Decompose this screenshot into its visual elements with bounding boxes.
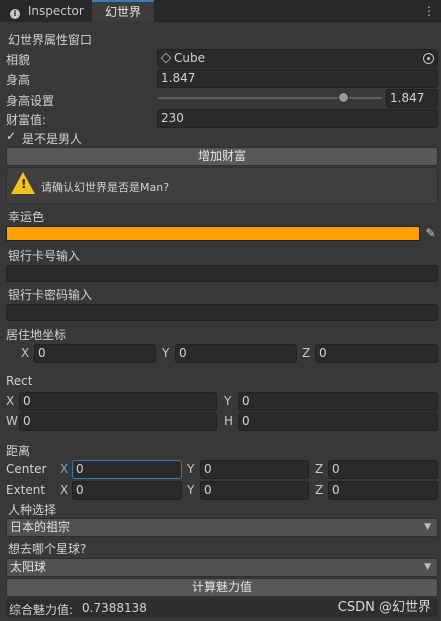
extent-y-label: Y xyxy=(187,483,195,497)
lucky-color-swatch[interactable] xyxy=(6,226,420,241)
charm-value: 0.7388138 xyxy=(82,601,147,615)
height-setting-field[interactable]: 1.847 xyxy=(386,89,438,108)
add-wealth-button[interactable]: 增加财富 xyxy=(6,147,438,166)
residence-x-field[interactable]: 0 xyxy=(34,344,156,363)
calc-charm-button[interactable]: 计算魅力值 xyxy=(6,578,438,597)
info-icon: i xyxy=(10,9,20,19)
center-z-label: Z xyxy=(315,462,324,476)
residence-z-field[interactable]: 0 xyxy=(315,344,438,363)
appearance-label: 相貌 xyxy=(6,53,31,67)
appearance-value: Cube xyxy=(174,51,205,65)
residence-label: 居住地坐标 xyxy=(6,328,67,342)
planet-dropdown-value: 太阳球 xyxy=(10,560,47,574)
watermark: CSDN @幻世界 xyxy=(337,600,431,615)
extent-x-label: X xyxy=(60,483,69,497)
height-field[interactable]: 1.847 xyxy=(157,69,438,88)
race-dropdown[interactable]: 日本的祖宗 ▼ xyxy=(6,518,438,537)
planet-label: 想去哪个星球? xyxy=(8,542,87,556)
center-x-label: X xyxy=(60,462,69,476)
center-z-field[interactable]: 0 xyxy=(328,460,438,479)
planet-dropdown[interactable]: 太阳球 ▼ xyxy=(6,558,438,577)
rect-w-label: W xyxy=(6,414,18,428)
extent-z-field[interactable]: 0 xyxy=(328,481,438,500)
is-male-checkbox[interactable]: ✓ xyxy=(6,130,18,143)
tab-inspector-label: Inspector xyxy=(27,4,84,18)
residence-y-field[interactable]: 0 xyxy=(175,344,297,363)
extent-y-field[interactable]: 0 xyxy=(200,481,309,500)
rect-h-field[interactable]: 0 xyxy=(238,412,438,431)
cube-icon xyxy=(160,52,172,64)
height-slider-thumb[interactable] xyxy=(338,92,350,103)
rect-x-field[interactable]: 0 xyxy=(19,392,217,411)
center-label: Center xyxy=(6,462,47,476)
extent-label: Extent xyxy=(6,483,46,497)
residence-y-label: Y xyxy=(162,346,170,360)
distance-label: 距离 xyxy=(6,444,31,458)
eyedropper-icon[interactable]: ✎ xyxy=(423,226,438,241)
wealth-field[interactable]: 230 xyxy=(157,109,438,128)
kebab-menu-icon[interactable]: ⋮ xyxy=(423,0,435,22)
bank-card-label: 银行卡号输入 xyxy=(8,249,81,263)
is-male-label: 是不是男人 xyxy=(22,132,83,146)
lucky-color-label: 幸运色 xyxy=(8,210,45,224)
extent-x-field[interactable]: 0 xyxy=(72,481,182,500)
rect-h-label: H xyxy=(224,414,234,428)
residence-x-label: X xyxy=(21,346,30,360)
bank-password-field[interactable] xyxy=(6,304,438,321)
rect-y-label: Y xyxy=(224,394,232,408)
center-y-field[interactable]: 0 xyxy=(200,460,309,479)
rect-y-field[interactable]: 0 xyxy=(238,392,438,411)
bank-card-field[interactable] xyxy=(6,265,438,282)
center-y-label: Y xyxy=(187,462,195,476)
rect-label: Rect xyxy=(6,374,33,388)
height-setting-label: 身高设置 xyxy=(6,94,55,108)
tab-inspector[interactable]: i Inspector xyxy=(0,0,92,22)
object-picker-icon[interactable] xyxy=(423,53,434,64)
wealth-label: 财富值: xyxy=(6,113,47,127)
help-text: 请确认幻世界是否是Man? xyxy=(41,181,170,194)
tab-huanshijie[interactable]: 幻世界 xyxy=(92,0,154,22)
chevron-down-icon: ▼ xyxy=(424,522,431,532)
extent-z-label: Z xyxy=(315,483,324,497)
rect-x-label: X xyxy=(6,394,15,408)
height-label: 身高 xyxy=(6,73,31,87)
race-label: 人种选择 xyxy=(8,503,57,517)
appearance-object-field[interactable]: Cube xyxy=(157,49,438,68)
race-dropdown-value: 日本的祖宗 xyxy=(10,520,71,534)
window-title: 幻世界属性窗口 xyxy=(8,33,93,47)
chevron-down-icon: ▼ xyxy=(424,562,431,572)
residence-z-label: Z xyxy=(302,346,311,360)
bank-password-label: 银行卡密码输入 xyxy=(8,288,93,302)
rect-w-field[interactable]: 0 xyxy=(19,412,217,431)
center-x-field[interactable]: 0 xyxy=(72,460,182,479)
charm-label: 综合魅力值: xyxy=(9,603,74,617)
